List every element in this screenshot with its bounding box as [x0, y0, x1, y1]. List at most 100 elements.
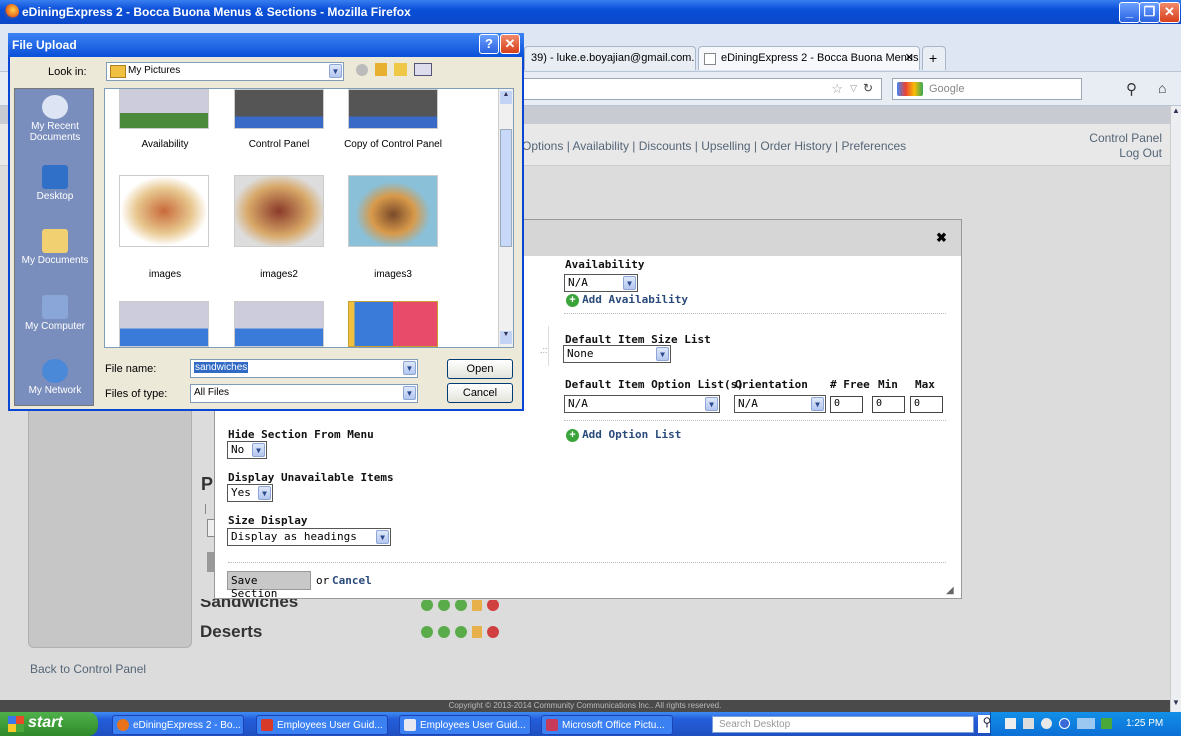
new-folder-icon[interactable]: [394, 63, 407, 76]
taskbar-item-firefox[interactable]: eDiningExpress 2 - Bo...: [112, 715, 244, 735]
tray-icon[interactable]: [1101, 718, 1112, 729]
file-thumbnail[interactable]: [234, 89, 324, 129]
file-name-label[interactable]: images2: [219, 269, 339, 280]
look-in-select[interactable]: My Pictures ▼: [106, 62, 344, 81]
file-name-label[interactable]: images3: [333, 269, 453, 280]
view-menu-icon[interactable]: [414, 63, 432, 76]
file-name-label[interactable]: images: [105, 269, 225, 280]
add-availability-link[interactable]: + Add Availability: [566, 293, 688, 307]
file-thumbnail[interactable]: [119, 301, 209, 347]
close-window-button[interactable]: ✕: [1159, 2, 1180, 23]
tab-edining[interactable]: eDiningExpress 2 - Bocca Buona Menus &..…: [698, 46, 920, 70]
help-button[interactable]: ?: [479, 34, 499, 54]
add-icon[interactable]: [421, 626, 433, 638]
file-name-label[interactable]: Control Panel: [219, 139, 339, 150]
taskbar-item-word[interactable]: Employees User Guid...: [399, 715, 531, 735]
file-name-input[interactable]: sandwiches ▼: [190, 359, 418, 378]
taskbar-item-picture-manager[interactable]: Microsoft Office Pictu...: [541, 715, 673, 735]
up-icon[interactable]: [455, 600, 467, 611]
home-icon[interactable]: ⌂: [1158, 80, 1166, 96]
back-to-control-panel-link[interactable]: Back to Control Panel: [30, 662, 146, 676]
file-name-label[interactable]: Copy of Control Panel: [333, 139, 453, 150]
divider: [548, 326, 549, 366]
down-icon[interactable]: [438, 600, 450, 611]
clock[interactable]: 1:25 PM: [1126, 718, 1163, 729]
cancel-button[interactable]: Cancel: [447, 383, 513, 403]
burger-image-thumbnail[interactable]: [348, 175, 438, 247]
scroll-up-icon[interactable]: ▲: [1172, 106, 1180, 115]
page-scrollbar[interactable]: ▲ ▼: [1170, 106, 1181, 712]
up-folder-icon[interactable]: [375, 63, 387, 76]
file-list-scrollbar[interactable]: ▲ ▼: [498, 89, 513, 347]
url-bar[interactable]: ☆ ▽ ↻: [522, 78, 882, 100]
tray-icon[interactable]: [1023, 718, 1034, 729]
network-icon[interactable]: [1077, 718, 1095, 729]
file-thumbnail[interactable]: [119, 89, 209, 129]
add-option-list-link[interactable]: + Add Option List: [566, 428, 681, 442]
window-title-bar[interactable]: eDiningExpress 2 - Bocca Buona Menus & S…: [0, 0, 1181, 24]
open-button[interactable]: Open: [447, 359, 513, 379]
save-section-button[interactable]: Save Section: [227, 571, 311, 600]
add-icon[interactable]: [421, 600, 433, 611]
delete-icon[interactable]: [487, 626, 499, 638]
folder-thumbnail[interactable]: [348, 301, 438, 347]
log-out-link[interactable]: Log Out: [1060, 146, 1162, 161]
delete-icon[interactable]: [487, 600, 499, 611]
file-thumbnail[interactable]: [234, 301, 324, 347]
sandwich-image-thumbnail[interactable]: [119, 175, 209, 247]
file-list[interactable]: Availability Control Panel Copy of Contr…: [104, 88, 514, 348]
scroll-down-icon[interactable]: ▼: [1172, 698, 1180, 707]
scroll-down-icon[interactable]: ▼: [500, 331, 512, 344]
desktop-search-input[interactable]: Search Desktop: [712, 716, 974, 733]
dropdown-icon[interactable]: ▽: [850, 83, 857, 94]
scroll-up-icon[interactable]: ▲: [500, 91, 512, 104]
maximize-button[interactable]: ❐: [1139, 2, 1160, 23]
orientation-select[interactable]: N/A ▼: [734, 395, 826, 413]
close-tab-icon[interactable]: ✕: [905, 51, 914, 64]
place-my-documents[interactable]: My Documents: [15, 229, 95, 266]
up-icon[interactable]: [455, 626, 467, 638]
search-icon[interactable]: ⚲: [1126, 80, 1137, 98]
tab-gmail[interactable]: 39) - luke.e.boyajian@gmail.com...: [524, 46, 696, 70]
star-icon[interactable]: ☆: [831, 81, 843, 97]
resize-handle-icon[interactable]: ◢: [946, 585, 954, 596]
reload-icon[interactable]: ↻: [863, 81, 873, 95]
files-of-type-select[interactable]: All Files ▼: [190, 384, 418, 403]
size-list-select[interactable]: None ▼: [563, 345, 671, 363]
tray-icon[interactable]: [1005, 718, 1016, 729]
availability-select[interactable]: N/A ▼: [564, 274, 638, 292]
scroll-thumb[interactable]: [500, 129, 512, 247]
section-nav-links[interactable]: Options | Availability | Discounts | Ups…: [522, 139, 906, 153]
sandwich-image-thumbnail[interactable]: [234, 175, 324, 247]
place-my-computer[interactable]: My Computer: [15, 295, 95, 332]
max-input[interactable]: 0: [910, 396, 943, 413]
control-panel-link[interactable]: Control Panel: [1060, 131, 1162, 146]
min-input[interactable]: 0: [872, 396, 905, 413]
free-input[interactable]: 0: [830, 396, 863, 413]
file-upload-title-bar[interactable]: File Upload ? ✕: [8, 33, 524, 57]
edit-icon[interactable]: [472, 600, 482, 611]
hide-section-select[interactable]: No ▼: [227, 441, 267, 459]
place-my-network[interactable]: My Network: [15, 359, 95, 396]
search-box[interactable]: Google: [892, 78, 1082, 100]
size-display-select[interactable]: Display as headings ▼: [227, 528, 391, 546]
start-button[interactable]: start: [0, 712, 98, 736]
place-desktop[interactable]: Desktop: [15, 165, 95, 202]
google-icon[interactable]: [897, 82, 923, 96]
down-icon[interactable]: [438, 626, 450, 638]
tray-icon[interactable]: [1059, 718, 1070, 729]
unavailable-items-select[interactable]: Yes ▼: [227, 484, 273, 502]
place-recent[interactable]: My Recent Documents: [15, 95, 95, 143]
file-thumbnail[interactable]: [348, 89, 438, 129]
tray-icon[interactable]: [1041, 718, 1052, 729]
new-tab-button[interactable]: +: [922, 46, 946, 70]
edit-icon[interactable]: [472, 626, 482, 638]
cancel-link[interactable]: Cancel: [332, 574, 372, 587]
file-name-label[interactable]: Availability: [105, 139, 225, 150]
close-dialog-icon[interactable]: ✖: [936, 230, 947, 246]
taskbar-item-pdf[interactable]: Employees User Guid...: [256, 715, 388, 735]
close-dialog-button[interactable]: ✕: [500, 34, 520, 54]
back-icon[interactable]: [356, 64, 368, 76]
option-list-select[interactable]: N/A ▼: [564, 395, 720, 413]
minimize-button[interactable]: _: [1119, 2, 1140, 23]
